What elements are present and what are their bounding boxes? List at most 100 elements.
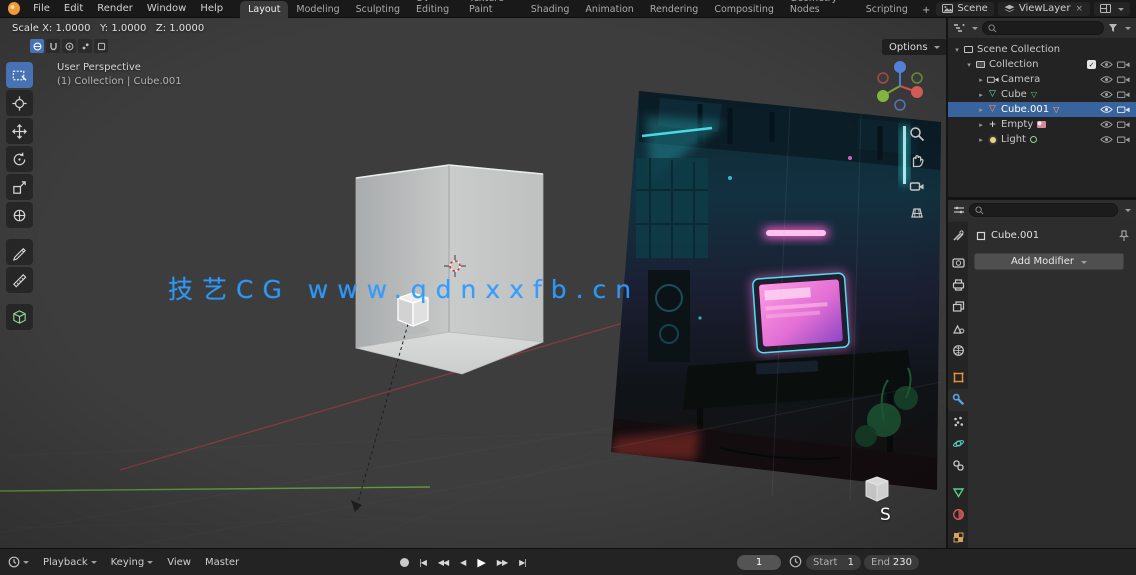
tool-box-select[interactable] (6, 62, 33, 88)
menu-master[interactable]: Master (198, 557, 246, 568)
menu-file[interactable]: File (26, 3, 57, 14)
add-workspace-button[interactable]: + (916, 3, 936, 18)
outliner-row-light[interactable]: ▸ Light (948, 132, 1136, 147)
viewlayer-unlink-icon[interactable]: × (1074, 4, 1084, 14)
ortho-perspective-icon[interactable] (906, 202, 928, 222)
mini-toolbar-button-options[interactable] (94, 39, 108, 53)
collection-checkbox[interactable]: ✓ (1087, 60, 1096, 69)
editor-layout-button[interactable] (1094, 1, 1130, 16)
tab-uv-editing[interactable]: UV Editing (408, 0, 461, 18)
tab-scene[interactable] (948, 317, 968, 339)
hide-eye-toggle[interactable] (1100, 135, 1113, 144)
tab-world[interactable] (948, 339, 968, 361)
blender-logo-icon[interactable] (8, 2, 21, 15)
render-visibility-toggle[interactable] (1117, 75, 1130, 84)
tool-scale[interactable] (6, 174, 33, 200)
tool-add-cube[interactable] (6, 304, 33, 330)
menu-window[interactable]: Window (140, 3, 193, 14)
chevron-down-icon[interactable] (1125, 27, 1131, 33)
add-modifier-button[interactable]: Add Modifier (974, 253, 1124, 270)
menu-playback[interactable]: Playback (36, 557, 104, 568)
disclosure-icon[interactable]: ▸ (976, 76, 986, 84)
mini-toolbar-button-orientation[interactable] (30, 39, 44, 53)
tab-scripting[interactable]: Scripting (858, 1, 916, 18)
outliner-search[interactable] (982, 21, 1104, 35)
3d-viewport[interactable]: Scale X: 1.0000 Y: 1.0000 Z: 1.0000 User… (0, 18, 946, 548)
navigation-gizmo[interactable] (872, 58, 928, 114)
tab-physics[interactable] (948, 433, 968, 455)
outliner-row-collection[interactable]: ▾ Collection ✓ (948, 57, 1136, 72)
outliner-row-scene-collection[interactable]: ▾ Scene Collection (948, 42, 1136, 57)
tab-layout[interactable]: Layout (240, 0, 289, 18)
menu-help[interactable]: Help (193, 3, 230, 14)
object-name[interactable]: Cube.001 (991, 230, 1039, 241)
hide-eye-toggle[interactable] (1100, 105, 1113, 114)
outliner-editor-icon[interactable] (953, 23, 965, 33)
disclosure-icon[interactable]: ▸ (976, 106, 986, 114)
tab-animation[interactable]: Animation (577, 1, 641, 18)
tab-texture[interactable] (948, 526, 968, 548)
mini-toolbar-button-pivot[interactable] (78, 39, 92, 53)
tab-geometry-nodes[interactable]: Geometry Nodes (782, 0, 858, 18)
hide-eye-toggle[interactable] (1100, 75, 1113, 84)
play-reverse-button[interactable]: ◀ (458, 558, 467, 567)
tab-compositing[interactable]: Compositing (706, 1, 782, 18)
outliner-row-cube-001[interactable]: ▸ ▽ Cube.001 ▽ (948, 102, 1136, 117)
disclosure-icon[interactable]: ▸ (976, 136, 986, 144)
render-visibility-toggle[interactable] (1117, 135, 1130, 144)
tab-view-layer[interactable] (948, 295, 968, 317)
filter-funnel-icon[interactable] (1108, 23, 1118, 33)
render-visibility-toggle[interactable] (1117, 90, 1130, 99)
disclosure-icon[interactable]: ▾ (964, 61, 974, 69)
mini-toolbar-button-snap-magnet[interactable] (46, 39, 60, 53)
properties-editor-icon[interactable] (953, 205, 965, 215)
current-frame-field[interactable]: 1 (737, 555, 781, 570)
menu-keying[interactable]: Keying (104, 557, 161, 568)
hide-eye-toggle[interactable] (1100, 120, 1113, 129)
tab-sculpting[interactable]: Sculpting (348, 1, 408, 18)
tab-object-data[interactable] (948, 482, 968, 504)
properties-search-input[interactable] (987, 205, 1112, 215)
outliner-row-camera[interactable]: ▸ Camera (948, 72, 1136, 87)
tool-transform[interactable] (6, 202, 33, 228)
zoom-icon[interactable] (906, 124, 928, 144)
outliner-search-input[interactable] (1000, 23, 1098, 33)
chevron-down-icon[interactable] (1125, 209, 1131, 215)
outliner-row-empty[interactable]: ▸ + Empty (948, 117, 1136, 132)
hide-eye-toggle[interactable] (1100, 60, 1113, 69)
viewlayer-selector[interactable]: ViewLayer × (997, 1, 1090, 16)
tab-rendering[interactable]: Rendering (642, 1, 707, 18)
tab-output[interactable] (948, 273, 968, 295)
auto-keying-toggle[interactable] (400, 558, 409, 567)
disclosure-icon[interactable]: ▸ (976, 121, 986, 129)
frame-start-field[interactable]: Start 1 (806, 555, 861, 570)
tab-constraints[interactable] (948, 455, 968, 477)
pin-icon[interactable] (1119, 230, 1129, 242)
menu-edit[interactable]: Edit (57, 3, 90, 14)
tool-annotate[interactable] (6, 239, 33, 265)
render-visibility-toggle[interactable] (1117, 120, 1130, 129)
render-visibility-toggle[interactable] (1117, 105, 1130, 114)
tab-shading[interactable]: Shading (523, 1, 578, 18)
pan-hand-icon[interactable] (906, 150, 928, 170)
tab-particles[interactable] (948, 411, 968, 433)
tab-modeling[interactable]: Modeling (288, 1, 347, 18)
use-preview-range-icon[interactable] (789, 555, 802, 568)
next-keyframe-button[interactable]: ▶▶ (495, 558, 509, 567)
tab-material[interactable] (948, 504, 968, 526)
tab-texture-paint[interactable]: Texture Paint (461, 0, 523, 18)
frame-end-field[interactable]: End 230 (864, 555, 919, 570)
menu-render[interactable]: Render (90, 3, 140, 14)
tool-measure[interactable] (6, 267, 33, 293)
outliner-row-cube[interactable]: ▸ ▽ Cube ▽ (948, 87, 1136, 102)
jump-to-end-button[interactable]: ▶| (517, 558, 528, 567)
render-visibility-toggle[interactable] (1117, 60, 1130, 69)
mini-toolbar-button-proportional[interactable] (62, 39, 76, 53)
tab-active-tool[interactable] (948, 224, 968, 246)
hide-eye-toggle[interactable] (1100, 90, 1113, 99)
tab-object[interactable] (948, 366, 968, 388)
disclosure-icon[interactable]: ▸ (976, 91, 986, 99)
tab-render[interactable] (948, 251, 968, 273)
options-button[interactable]: Options (882, 39, 946, 55)
camera-view-icon[interactable] (906, 176, 928, 196)
